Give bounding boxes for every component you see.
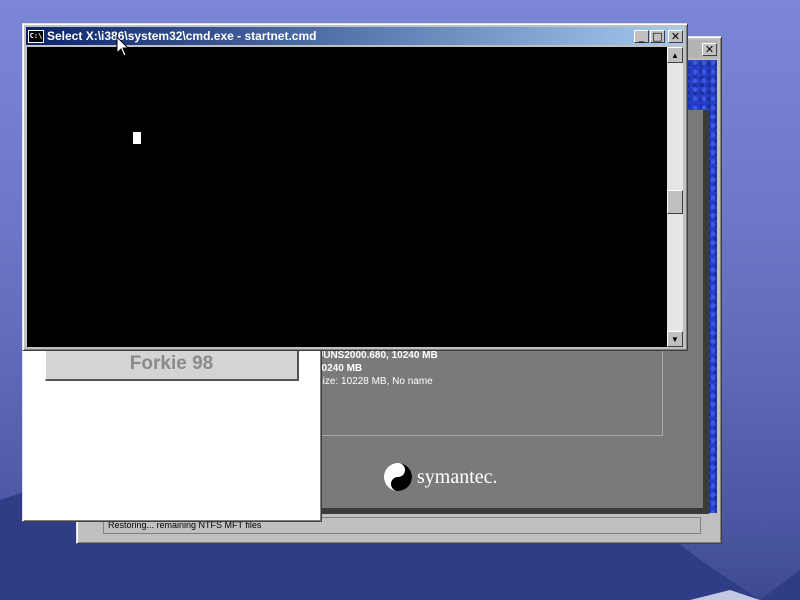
symantec-logo: symantec.: [383, 462, 498, 492]
scroll-thumb[interactable]: [667, 190, 683, 214]
symantec-wordmark: symantec.: [417, 465, 498, 488]
scroll-down-button[interactable]: ▼: [667, 331, 683, 347]
partition-info: UUNS2000.680, 10240 MB 10240 MB Size: 10…: [315, 350, 663, 436]
close-button[interactable]: ✕: [668, 29, 683, 43]
mouse-pointer-icon: [116, 36, 130, 57]
console-output[interactable]: [27, 47, 668, 347]
cmd-window: C:\ Select X:\i386\system32\cmd.exe - st…: [22, 23, 688, 351]
minimize-button[interactable]: _: [634, 29, 649, 43]
cmd-icon[interactable]: C:\: [28, 29, 44, 43]
window-title: Select X:\i386\system32\cmd.exe - startn…: [47, 29, 317, 43]
partition-line: Size: 10228 MB, No name: [316, 376, 433, 387]
partition-line: UUNS2000.680, 10240 MB: [316, 350, 438, 361]
text-cursor: [133, 132, 141, 144]
vertical-scrollbar[interactable]: ▲ ▼: [667, 47, 683, 347]
partition-line: 10240 MB: [316, 363, 363, 374]
forkie-98-button[interactable]: Forkie 98: [45, 347, 299, 381]
forkie-window: Forkie 98: [22, 336, 322, 522]
symantec-icon: [384, 463, 412, 491]
ghost-close-button[interactable]: ✕: [702, 42, 717, 56]
scroll-up-button[interactable]: ▲: [667, 47, 683, 63]
maximize-button[interactable]: □: [650, 29, 665, 43]
